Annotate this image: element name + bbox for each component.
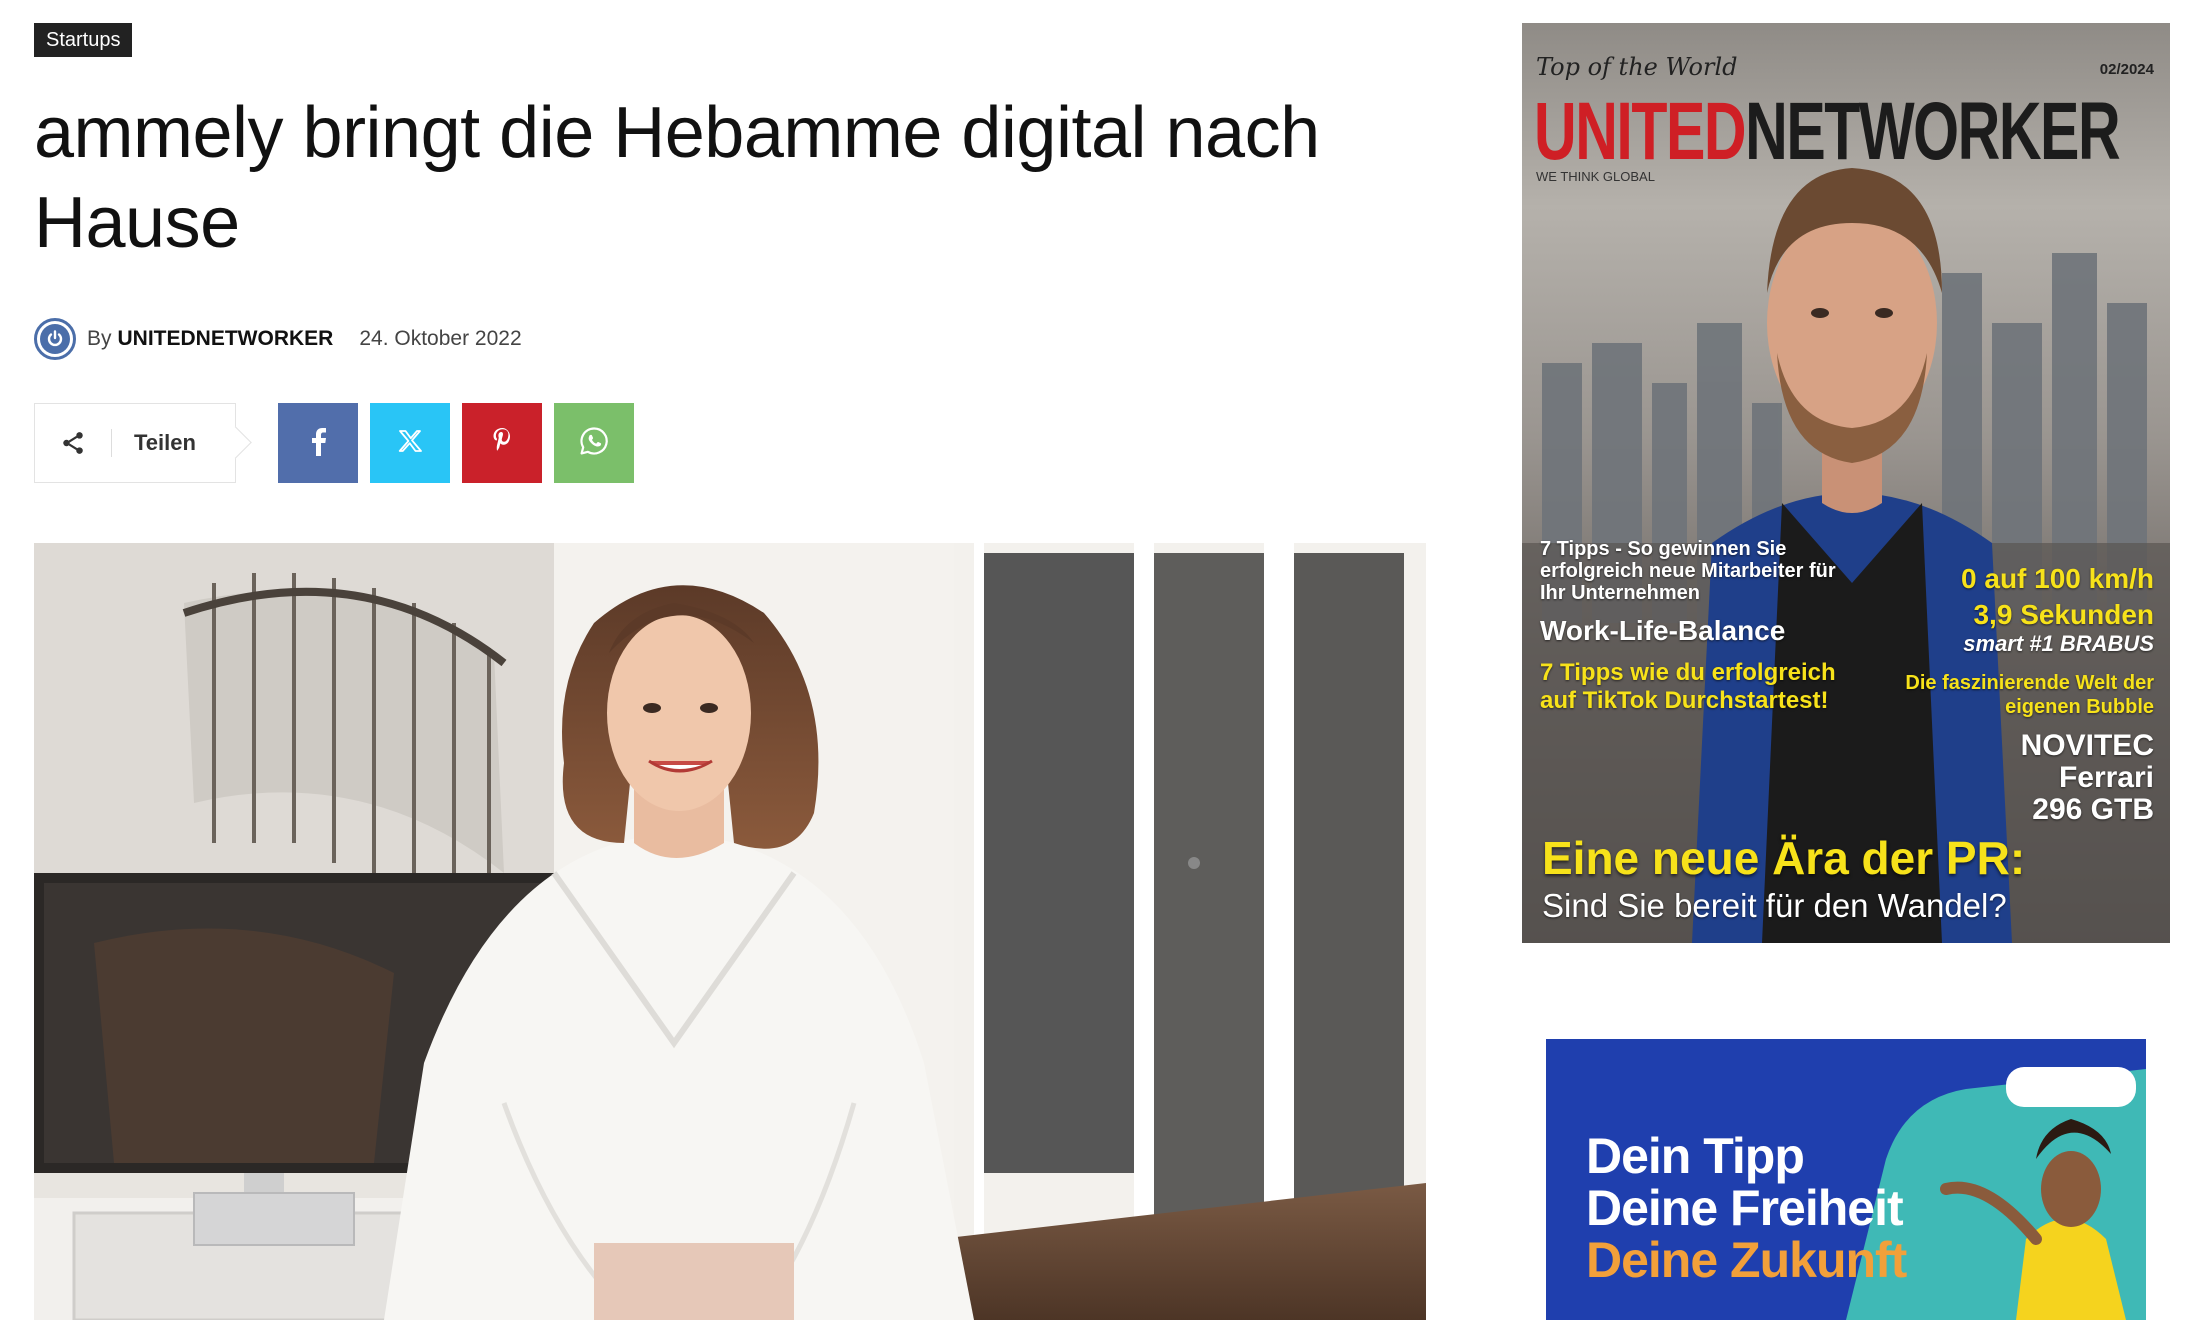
author-avatar[interactable] [34, 318, 76, 360]
magazine-car-3: 296 GTB [2032, 793, 2154, 826]
magazine-top-line: Top of the World [1536, 53, 1738, 81]
pinterest-share-button[interactable] [462, 403, 542, 483]
magazine-headline: Eine neue Ära der PR: [1542, 832, 2026, 884]
article-meta: By UNITEDNETWORKER 24. Oktober 2022 [34, 318, 522, 360]
magazine-issue: 02/2024 [2099, 61, 2154, 78]
magazine-brand-red: UNITED [1534, 86, 1747, 177]
whatsapp-icon [578, 425, 610, 462]
ad-line-1: Dein Tipp [1586, 1128, 1805, 1184]
magazine-tips-1: 7 Tipps - So gewinnen Sie erfolgreich ne… [1540, 538, 1836, 604]
magazine-cover-ad[interactable]: Top of the World 02/2024 UNITEDNETWORKER… [1522, 23, 2170, 943]
share-box[interactable]: Teilen [34, 403, 236, 483]
article-page: Startups ammely bringt die Hebamme digit… [0, 0, 2200, 1320]
magazine-car-2: Ferrari [2058, 761, 2154, 794]
publish-date: 24. Oktober 2022 [359, 327, 522, 350]
share-label: Teilen [134, 430, 196, 455]
magazine-brand-dark: NETWORKER [1745, 86, 2121, 177]
magazine-tips-2: 7 Tipps wie du erfolgreich auf TikTok Du… [1540, 659, 1836, 714]
magazine-speed-1: 0 auf 100 km/h [1961, 563, 2154, 594]
by-label: By [87, 327, 112, 350]
ad-line-2: Deine Freiheit [1586, 1180, 1904, 1236]
ad-line-3: Deine Zukunft [1586, 1232, 1907, 1288]
x-icon [397, 428, 423, 459]
magazine-bubble: Die faszinierende Welt der eigenen Bubbl… [1905, 672, 2154, 718]
category-tag[interactable]: Startups [34, 23, 133, 57]
x-share-button[interactable] [370, 403, 450, 483]
magazine-speed-3: smart #1 BRABUS [1963, 631, 2154, 656]
power-icon [40, 324, 70, 354]
share-icon [35, 404, 111, 482]
hero-photo-illustration [34, 543, 1426, 1320]
facebook-icon [306, 426, 330, 461]
author-link[interactable]: UNITEDNETWORKER [118, 327, 334, 351]
magazine-work-life: Work-Life-Balance [1540, 615, 1786, 646]
magazine-brand: UNITEDNETWORKER [1534, 86, 2121, 177]
pinterest-icon [490, 426, 514, 461]
share-divider [111, 429, 112, 457]
magazine-subheadline: Sind Sie bereit für den Wandel? [1542, 887, 2007, 924]
magazine-tagline: WE THINK GLOBAL [1536, 169, 1655, 184]
article-title: ammely bringt die Hebamme digital nach H… [34, 93, 1320, 263]
magazine-car-1: NOVITEC [2020, 729, 2154, 762]
hero-photo [34, 543, 1426, 1320]
sidebar-ad-banner[interactable]: Dein Tipp Deine Freiheit Deine Zukunft [1546, 1039, 2146, 1320]
whatsapp-share-button[interactable] [554, 403, 634, 483]
facebook-share-button[interactable] [278, 403, 358, 483]
magazine-speed-2: 3,9 Sekunden [1973, 599, 2154, 630]
